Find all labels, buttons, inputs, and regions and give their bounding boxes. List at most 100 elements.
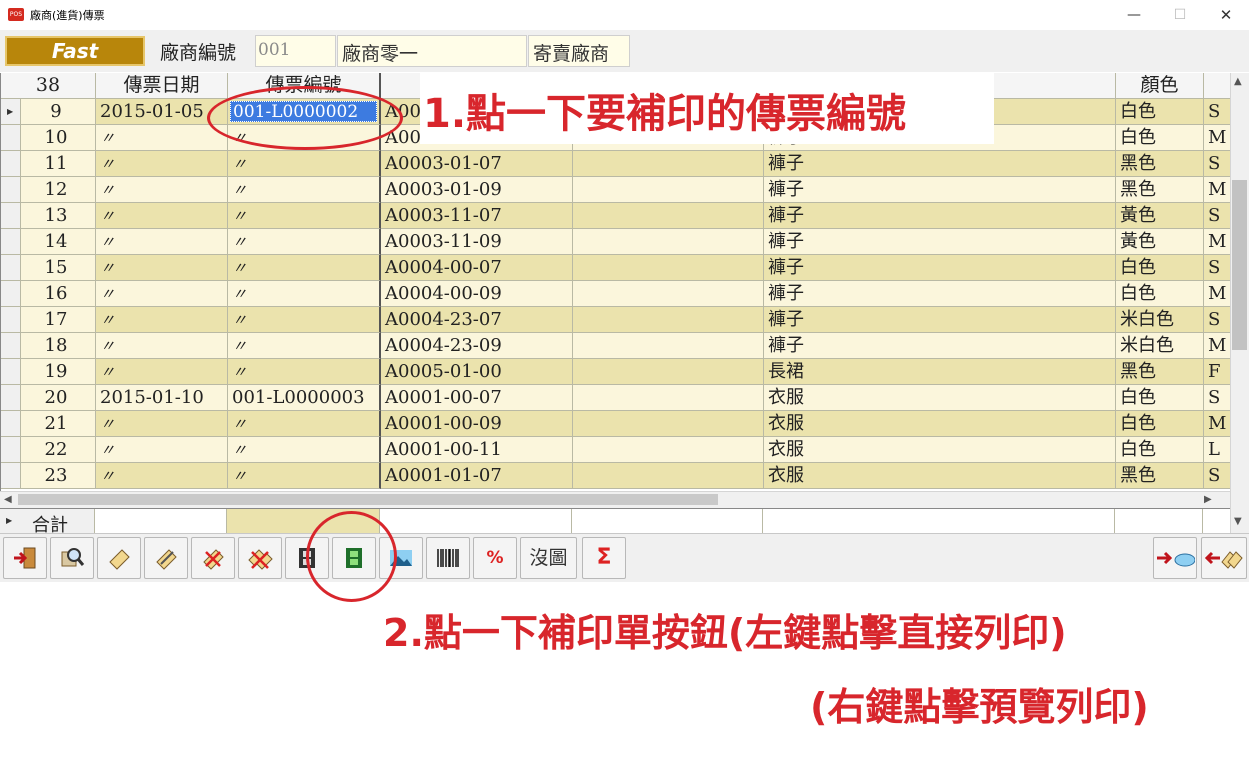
color-cell[interactable]: 白色 [1116, 437, 1204, 463]
color-cell[interactable]: 米白色 [1116, 307, 1204, 333]
color-cell[interactable]: 白色 [1116, 255, 1204, 281]
voucher-cell[interactable]: 〃 [228, 307, 381, 333]
row-indicator[interactable] [1, 359, 21, 385]
color-cell[interactable]: 黃色 [1116, 229, 1204, 255]
header-date[interactable]: 傳票日期 [96, 73, 228, 99]
code-cell[interactable]: A0001-00-09 [381, 411, 573, 437]
name-cell[interactable]: 褲子 [764, 307, 1116, 333]
color-cell[interactable]: 黑色 [1116, 151, 1204, 177]
blank-cell[interactable] [573, 307, 764, 333]
row-indicator[interactable] [1, 151, 21, 177]
search-button[interactable] [50, 537, 94, 579]
name-cell[interactable]: 衣服 [764, 437, 1116, 463]
minimize-button[interactable]: — [1111, 4, 1157, 26]
name-cell[interactable]: 衣服 [764, 463, 1116, 489]
row-indicator[interactable] [1, 411, 21, 437]
code-cell[interactable]: A0001-01-07 [381, 463, 573, 489]
back-cards-button[interactable] [1201, 537, 1247, 579]
name-cell[interactable]: 褲子 [764, 229, 1116, 255]
scroll-right-arrow[interactable]: ▶ [1204, 494, 1212, 505]
voucher-cell[interactable]: 〃 [228, 437, 381, 463]
voucher-cell[interactable]: 001-L0000003 [228, 385, 381, 411]
code-cell[interactable]: A0003-11-07 [381, 203, 573, 229]
voucher-cell[interactable]: 〃 [228, 333, 381, 359]
blank-cell[interactable] [573, 203, 764, 229]
date-cell[interactable]: 2015-01-10 [96, 385, 228, 411]
code-cell[interactable]: A0001-00-11 [381, 437, 573, 463]
code-cell[interactable]: A0004-23-07 [381, 307, 573, 333]
voucher-cell[interactable]: 〃 [228, 463, 381, 489]
row-indicator[interactable] [1, 437, 21, 463]
horizontal-scroll-thumb[interactable] [18, 494, 718, 505]
blank-cell[interactable] [573, 385, 764, 411]
code-cell[interactable]: A0005-01-00 [381, 359, 573, 385]
header-color[interactable]: 顏色 [1116, 73, 1204, 99]
date-cell[interactable]: 〃 [96, 437, 228, 463]
color-cell[interactable]: 白色 [1116, 125, 1204, 151]
table-row[interactable]: 20 2015-01-10 001-L0000003 A0001-00-07 衣服 白色 S [1, 385, 1230, 411]
size-cell[interactable]: M [1204, 125, 1230, 151]
vertical-scroll-thumb[interactable] [1232, 180, 1247, 350]
date-cell[interactable]: 〃 [96, 229, 228, 255]
code-cell[interactable]: A0004-23-09 [381, 333, 573, 359]
date-cell[interactable]: 〃 [96, 177, 228, 203]
table-row[interactable]: 14 〃〃 A0003-11-09 褲子 黃色 M [1, 229, 1230, 255]
code-cell[interactable]: A0003-01-07 [381, 151, 573, 177]
size-cell[interactable]: M [1204, 177, 1230, 203]
date-cell[interactable]: 〃 [96, 333, 228, 359]
size-cell[interactable]: S [1204, 203, 1230, 229]
row-indicator[interactable] [1, 177, 21, 203]
table-row[interactable]: 13 〃〃 A0003-11-07 褲子 黃色 S [1, 203, 1230, 229]
sum-button[interactable]: Σ [582, 537, 626, 579]
table-row[interactable]: 15 〃〃 A0004-00-07 褲子 白色 S [1, 255, 1230, 281]
date-cell[interactable]: 〃 [96, 307, 228, 333]
blank-cell[interactable] [573, 437, 764, 463]
color-cell[interactable]: 黑色 [1116, 463, 1204, 489]
row-indicator[interactable] [1, 229, 21, 255]
voucher-cell[interactable]: 〃 [228, 255, 381, 281]
size-cell[interactable]: M [1204, 229, 1230, 255]
date-cell[interactable]: 〃 [96, 463, 228, 489]
close-button[interactable]: ✕ [1203, 4, 1249, 26]
date-cell[interactable]: 〃 [96, 203, 228, 229]
barcode-button[interactable] [426, 537, 470, 579]
table-row[interactable]: 18 〃〃 A0004-23-09 褲子 米白色 M [1, 333, 1230, 359]
blank-cell[interactable] [573, 411, 764, 437]
code-cell[interactable]: A0001-00-07 [381, 385, 573, 411]
code-cell[interactable]: A0003-01-09 [381, 177, 573, 203]
size-cell[interactable]: L [1204, 437, 1230, 463]
row-indicator[interactable] [1, 203, 21, 229]
size-cell[interactable]: S [1204, 255, 1230, 281]
name-cell[interactable]: 長裙 [764, 359, 1116, 385]
table-row[interactable]: 16 〃〃 A0004-00-09 褲子 白色 M [1, 281, 1230, 307]
color-cell[interactable]: 黑色 [1116, 177, 1204, 203]
name-cell[interactable]: 褲子 [764, 151, 1116, 177]
row-indicator[interactable] [1, 385, 21, 411]
size-cell[interactable]: S [1204, 307, 1230, 333]
date-cell[interactable]: 〃 [96, 281, 228, 307]
row-indicator[interactable] [1, 281, 21, 307]
table-row[interactable]: 22 〃〃 A0001-00-11 衣服 白色 L [1, 437, 1230, 463]
code-cell[interactable]: A0003-11-09 [381, 229, 573, 255]
size-cell[interactable]: M [1204, 281, 1230, 307]
color-cell[interactable]: 白色 [1116, 281, 1204, 307]
add-record-button[interactable] [97, 537, 141, 579]
voucher-cell[interactable]: 〃 [228, 411, 381, 437]
row-indicator[interactable] [1, 463, 21, 489]
code-cell[interactable]: A0004-00-09 [381, 281, 573, 307]
date-cell[interactable]: 〃 [96, 125, 228, 151]
blank-cell[interactable] [573, 255, 764, 281]
voucher-cell[interactable]: 〃 [228, 229, 381, 255]
scroll-up-arrow[interactable]: ▲ [1234, 76, 1242, 87]
table-row[interactable]: 17 〃〃 A0004-23-07 褲子 米白色 S [1, 307, 1230, 333]
name-cell[interactable]: 衣服 [764, 385, 1116, 411]
blank-cell[interactable] [573, 229, 764, 255]
color-cell[interactable]: 白色 [1116, 411, 1204, 437]
voucher-cell[interactable]: 〃 [228, 203, 381, 229]
exit-door-button[interactable] [3, 537, 47, 579]
row-indicator[interactable] [1, 255, 21, 281]
voucher-cell[interactable]: 〃 [228, 281, 381, 307]
voucher-cell[interactable]: 〃 [228, 359, 381, 385]
table-row[interactable]: 12 〃〃 A0003-01-09 褲子 黑色 M [1, 177, 1230, 203]
header-size[interactable] [1204, 73, 1230, 99]
